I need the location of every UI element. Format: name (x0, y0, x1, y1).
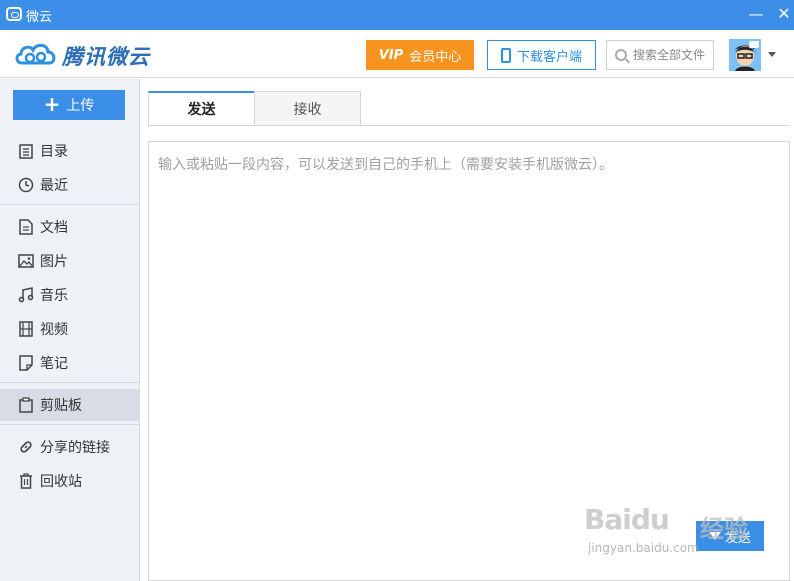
sidebar-item-label: 笔记 (40, 356, 68, 372)
send-arrow-icon (708, 532, 721, 540)
sidebar-item-clipboard[interactable]: 剪贴板 (0, 389, 139, 421)
phone-icon (500, 47, 511, 63)
film-icon (18, 321, 34, 337)
plus-icon: + (43, 92, 61, 116)
account-menu-caret-icon[interactable] (768, 52, 776, 57)
list-icon (18, 143, 34, 159)
sidebar-item-label: 图片 (40, 254, 68, 270)
clipboard-editor (148, 141, 790, 581)
sidebar-item-images[interactable]: 图片 (0, 245, 139, 277)
sidebar: + 上传 目录 最近 文档 图片 音乐 视频 笔记 剪贴板 分享的链接 回收站 (0, 79, 140, 581)
document-icon (18, 219, 34, 235)
sidebar-divider (0, 382, 139, 383)
close-button[interactable]: ✕ (772, 3, 794, 25)
user-avatar-icon (729, 39, 761, 71)
cloud-logo-icon (15, 43, 56, 65)
sidebar-item-label: 分享的链接 (40, 440, 110, 456)
clock-icon (18, 177, 34, 193)
tab-receive[interactable]: 接收 (254, 91, 361, 126)
sidebar-item-label: 剪贴板 (40, 398, 82, 414)
search-icon (615, 49, 627, 61)
clipboard-text-input[interactable] (149, 142, 789, 580)
avatar[interactable] (729, 39, 761, 71)
upload-button[interactable]: + 上传 (13, 90, 125, 120)
logo-text: 腾讯微云 (62, 45, 150, 69)
minimize-button[interactable]: — (744, 3, 768, 25)
vip-badge: VIP (378, 47, 404, 63)
vip-center-label: 会员中心 (409, 49, 462, 65)
window-title: 微云 (26, 10, 53, 25)
note-icon (18, 355, 34, 371)
app-cloud-icon (6, 7, 22, 21)
music-icon (18, 287, 34, 303)
sidebar-item-videos[interactable]: 视频 (0, 313, 139, 345)
sidebar-item-label: 目录 (40, 144, 68, 160)
search-input[interactable] (633, 48, 719, 62)
sidebar-item-shared-links[interactable]: 分享的链接 (0, 431, 139, 463)
download-client-button[interactable]: 下载客户端 (487, 40, 596, 70)
link-icon (18, 439, 34, 455)
sidebar-item-label: 视频 (40, 322, 68, 338)
search-box[interactable] (606, 40, 719, 70)
vip-center-button[interactable]: VIP 会员中心 (366, 40, 474, 70)
sidebar-divider (0, 204, 139, 205)
sidebar-item-recent[interactable]: 最近 (0, 169, 139, 201)
clipboard-icon (18, 397, 34, 413)
header: 腾讯微云 VIP 会员中心 下载客户端 (0, 30, 794, 78)
sidebar-item-label: 音乐 (40, 288, 68, 304)
sidebar-item-label: 回收站 (40, 474, 82, 490)
download-client-label: 下载客户端 (516, 49, 582, 65)
logo: 腾讯微云 (14, 39, 164, 69)
sidebar-item-music[interactable]: 音乐 (0, 279, 139, 311)
image-icon (18, 253, 34, 269)
sidebar-item-documents[interactable]: 文档 (0, 211, 139, 243)
tab-underline (148, 125, 790, 126)
sidebar-item-notes[interactable]: 笔记 (0, 347, 139, 379)
trash-icon (18, 473, 34, 489)
sidebar-item-directory[interactable]: 目录 (0, 135, 139, 167)
sidebar-item-label: 最近 (40, 178, 68, 194)
send-button-label: 发送 (724, 530, 751, 546)
send-button[interactable]: 发送 (696, 521, 764, 551)
sidebar-item-label: 文档 (40, 220, 68, 236)
sidebar-divider (0, 424, 139, 425)
sidebar-item-recycle-bin[interactable]: 回收站 (0, 465, 139, 497)
title-bar: 微云 — ✕ (0, 0, 794, 30)
tab-send[interactable]: 发送 (148, 91, 255, 126)
upload-label: 上传 (66, 98, 95, 114)
